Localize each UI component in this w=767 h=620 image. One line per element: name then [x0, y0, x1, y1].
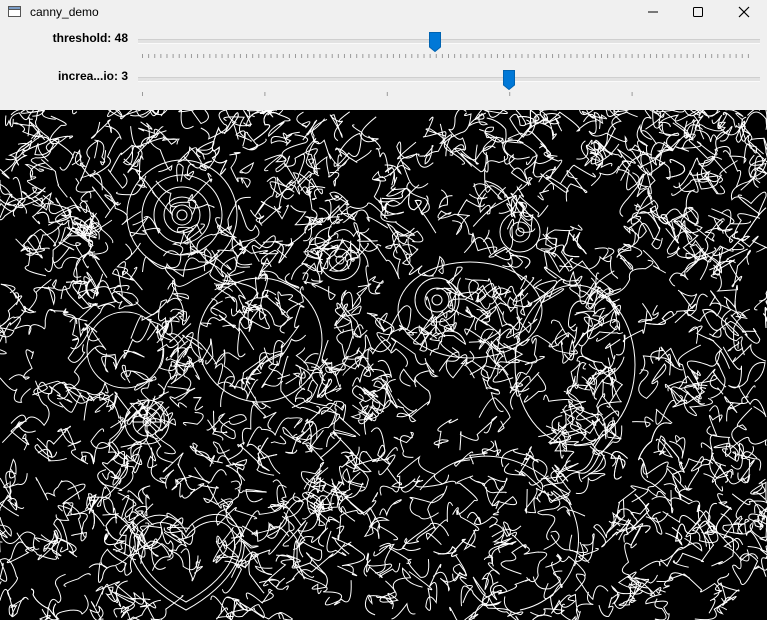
window-title: canny_demo [30, 5, 99, 19]
ratio-slider-ticks [142, 92, 633, 96]
maximize-button[interactable] [675, 0, 721, 24]
ratio-slider-handle[interactable] [503, 70, 515, 90]
ratio-label: increa...io: 3 [57, 69, 128, 83]
title-bar: canny_demo [0, 0, 767, 24]
maximize-icon [693, 7, 703, 17]
app-window-icon [8, 6, 21, 17]
threshold-label: threshold: 48 [52, 31, 128, 45]
minimize-icon [648, 11, 658, 13]
ratio-slider-track[interactable] [138, 77, 760, 82]
close-button[interactable] [721, 0, 767, 24]
threshold-slider-track[interactable] [138, 39, 760, 44]
threshold-slider-handle[interactable] [429, 32, 441, 52]
close-icon [738, 6, 750, 18]
trackbar-panel: threshold: 48 increa...io: 3 [0, 24, 767, 110]
threshold-slider-ticks [142, 54, 749, 58]
minimize-button[interactable] [630, 0, 676, 24]
canny-edges-image [0, 110, 767, 620]
edge-image [0, 110, 767, 620]
